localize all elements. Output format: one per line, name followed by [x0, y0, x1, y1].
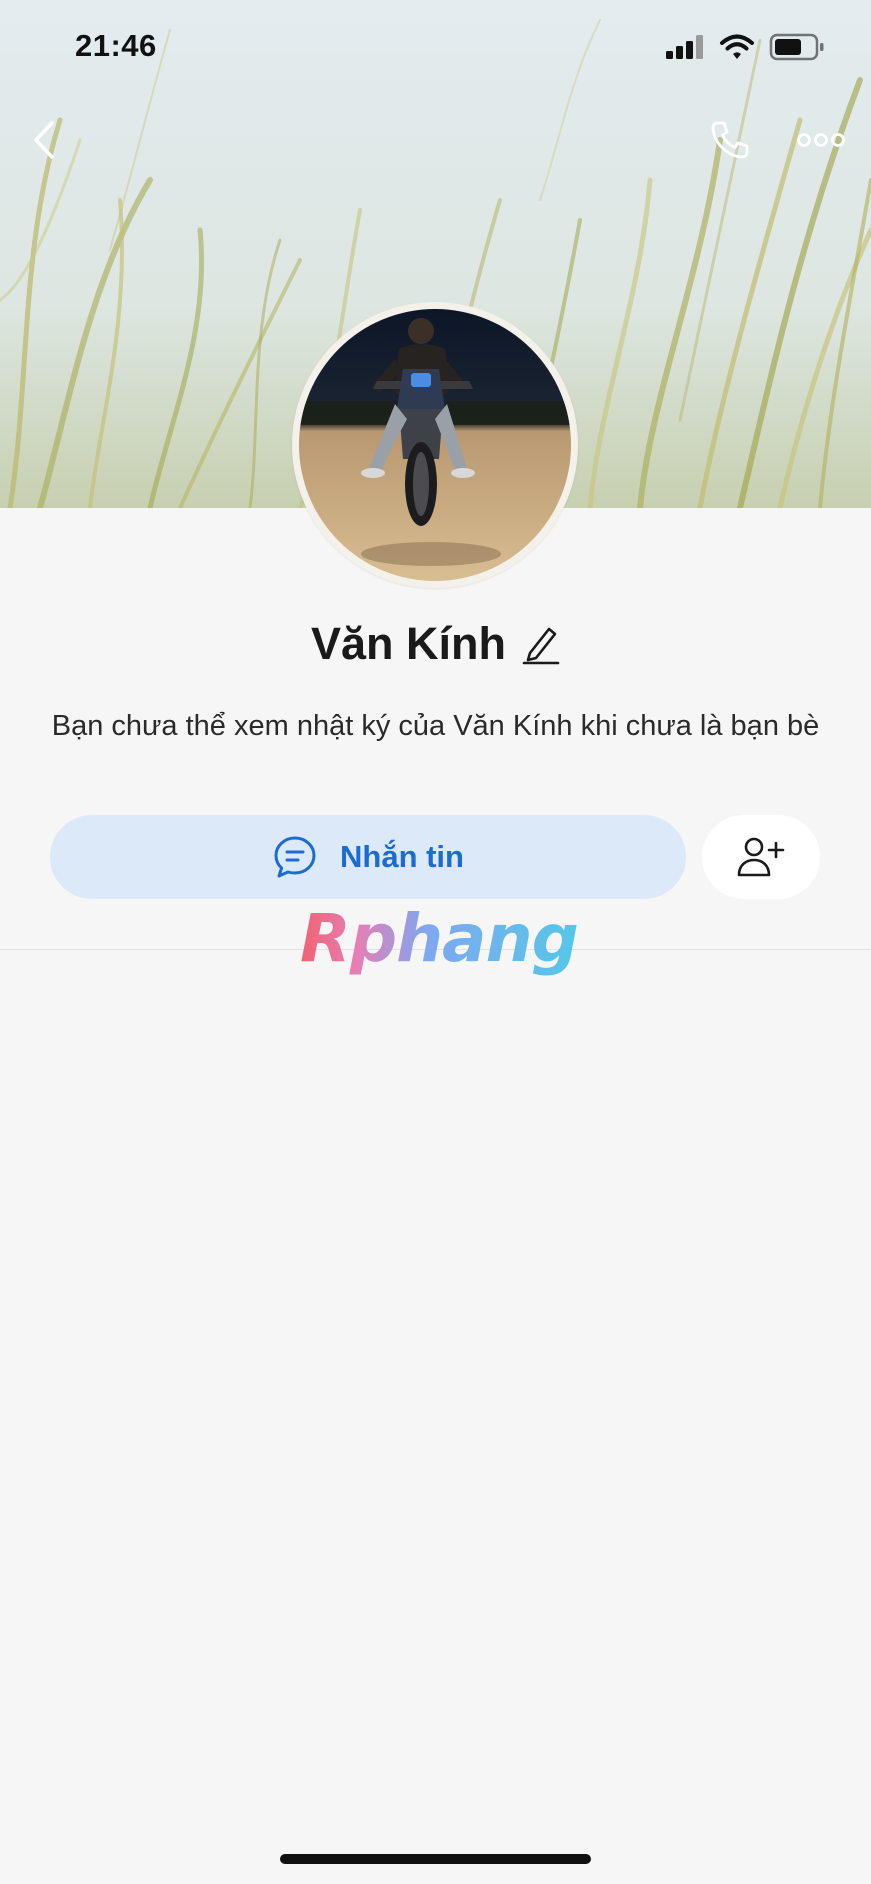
add-friend-button[interactable]: [702, 815, 820, 899]
signal-icon: [666, 35, 703, 59]
pencil-icon: [522, 627, 560, 665]
home-indicator[interactable]: [280, 1854, 591, 1864]
message-button[interactable]: Nhắn tin: [50, 815, 686, 899]
profile-name: Văn Kính: [310, 618, 506, 669]
profile-restriction-text: Bạn chưa thể xem nhật ký của Văn Kính kh…: [51, 710, 820, 742]
wifi-icon: [720, 34, 754, 59]
more-options-button[interactable]: [791, 118, 851, 162]
chevron-left-icon: [34, 121, 54, 159]
avatar-motorcycle-image: [299, 309, 571, 581]
phone-icon: [711, 121, 749, 159]
status-time: 21:46: [75, 28, 157, 63]
profile-name-row: Văn Kính: [0, 618, 871, 670]
watermark-logo: Rphang: [300, 900, 579, 977]
add-friend-icon: [737, 837, 785, 877]
chat-bubble-icon: [274, 836, 316, 878]
message-button-label: Nhắn tin: [340, 839, 464, 874]
battery-icon: [769, 33, 824, 61]
back-button[interactable]: [24, 115, 64, 165]
status-icons: [665, 33, 825, 61]
avatar-photo: [299, 309, 571, 581]
avatar[interactable]: [292, 302, 578, 588]
edit-name-button[interactable]: [522, 623, 560, 665]
more-horizontal-icon: [797, 133, 845, 147]
call-button[interactable]: [705, 115, 755, 165]
